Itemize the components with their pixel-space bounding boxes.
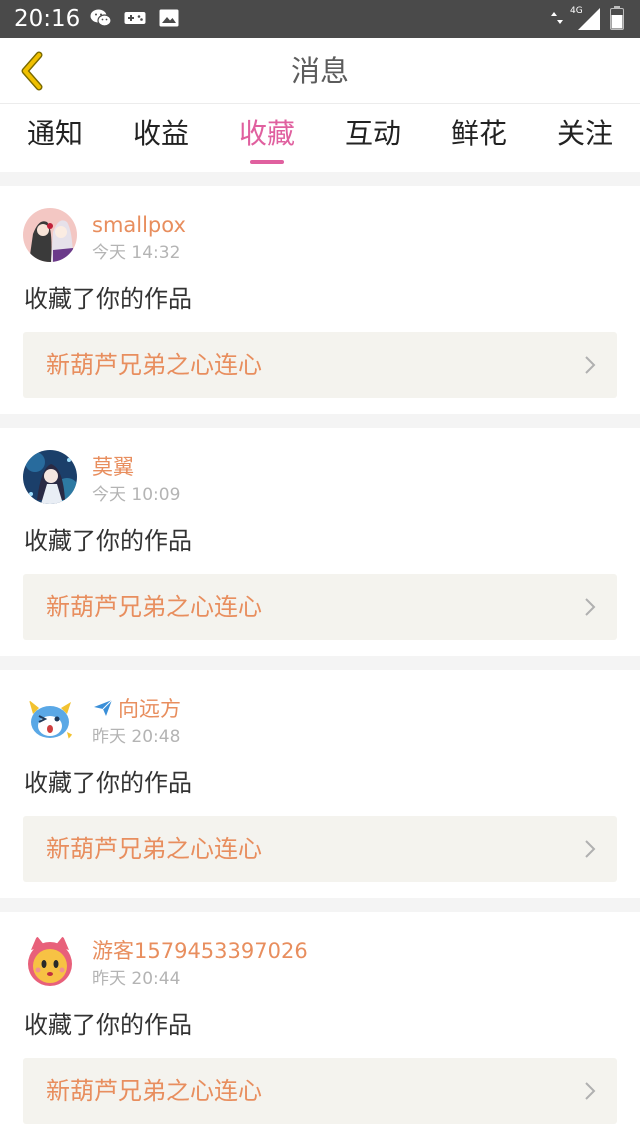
avatar[interactable]	[23, 934, 77, 988]
divider	[0, 414, 640, 428]
timestamp: 今天 10:09	[92, 485, 181, 505]
divider	[0, 172, 640, 186]
work-title: 新葫芦兄弟之心连心	[46, 593, 262, 621]
action-text: 收藏了你的作品	[24, 1011, 192, 1039]
anime-girls-avatar	[23, 208, 77, 262]
timestamp: 今天 14:32	[92, 243, 181, 263]
list-item: smallpox 今天 14:32 收藏了你的作品 新葫芦兄弟之心连心	[0, 186, 640, 414]
battery-icon	[610, 6, 624, 30]
status-notification-icons	[90, 8, 180, 28]
chevron-right-icon	[585, 840, 596, 858]
user-name[interactable]: 游客1579453397026	[92, 938, 308, 964]
user-name[interactable]: 向远方	[92, 696, 181, 722]
list-item: 向远方 昨天 20:48 收藏了你的作品 新葫芦兄弟之心连心	[0, 670, 640, 898]
image-icon	[159, 9, 179, 27]
tab-following[interactable]: 关注	[535, 114, 635, 154]
network-label: 4G	[570, 6, 583, 16]
airplane-icon	[94, 699, 113, 716]
wechat-icon	[90, 9, 112, 27]
user-name-text: 向远方	[118, 697, 181, 721]
action-text: 收藏了你的作品	[24, 527, 192, 555]
work-title: 新葫芦兄弟之心连心	[46, 351, 262, 379]
blue-anime-avatar	[23, 450, 77, 504]
avatar[interactable]	[23, 208, 77, 262]
signal-indicator: 4G	[570, 6, 600, 30]
work-link[interactable]: 新葫芦兄弟之心连心	[23, 1058, 617, 1124]
timestamp: 昨天 20:48	[92, 727, 181, 747]
user-name[interactable]: 莫翼	[92, 454, 134, 480]
page-title: 消息	[290, 54, 349, 88]
action-text: 收藏了你的作品	[24, 769, 192, 797]
user-name[interactable]: smallpox	[92, 212, 186, 238]
status-time: 20:16	[14, 6, 81, 32]
list-item: 游客1579453397026 昨天 20:44 收藏了你的作品 新葫芦兄弟之心…	[0, 912, 640, 1138]
app-header: 消息	[0, 38, 640, 104]
divider	[0, 898, 640, 912]
work-link[interactable]: 新葫芦兄弟之心连心	[23, 332, 617, 398]
work-title: 新葫芦兄弟之心连心	[46, 1077, 262, 1105]
gamepad-icon	[124, 12, 146, 24]
blue-monster-avatar	[23, 692, 77, 746]
divider	[0, 656, 640, 670]
work-link[interactable]: 新葫芦兄弟之心连心	[23, 574, 617, 640]
status-system-icons: 4G	[550, 6, 624, 30]
avatar[interactable]	[23, 450, 77, 504]
status-bar: 20:16 4G	[0, 0, 640, 38]
chevron-right-icon	[585, 356, 596, 374]
chevron-right-icon	[585, 598, 596, 616]
chevron-right-icon	[585, 1082, 596, 1100]
tab-notifications[interactable]: 通知	[5, 114, 105, 154]
tab-interactions[interactable]: 互动	[323, 114, 423, 154]
action-text: 收藏了你的作品	[24, 285, 192, 313]
list-item: 莫翼 今天 10:09 收藏了你的作品 新葫芦兄弟之心连心	[0, 428, 640, 656]
tab-favorites[interactable]: 收藏	[217, 114, 317, 154]
avatar[interactable]	[23, 692, 77, 746]
timestamp: 昨天 20:44	[92, 969, 181, 989]
message-tabs: 通知 收益 收藏 互动 鲜花 关注	[0, 104, 640, 172]
tab-flowers[interactable]: 鲜花	[429, 114, 529, 154]
data-arrows-icon	[551, 12, 563, 24]
active-tab-indicator	[250, 160, 284, 164]
tab-earnings[interactable]: 收益	[111, 114, 211, 154]
work-title: 新葫芦兄弟之心连心	[46, 835, 262, 863]
pink-cartoon-avatar	[23, 934, 77, 988]
work-link[interactable]: 新葫芦兄弟之心连心	[23, 816, 617, 882]
